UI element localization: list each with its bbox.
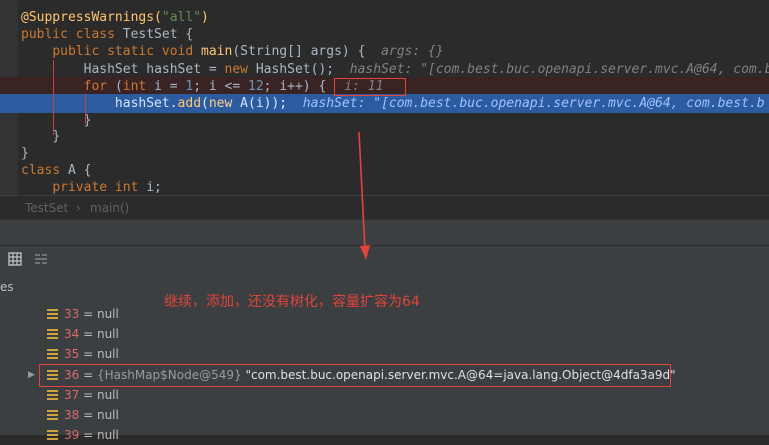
value-highlight-box — [334, 78, 406, 96]
inline-value-hint: hashSet: "[com.best.buc.openapi.server.m… — [302, 96, 765, 111]
inline-value-hint: args: {} — [381, 44, 444, 59]
annotation-token: @SuppressWarnings( — [21, 10, 162, 25]
class-name-token: HashSet — [255, 62, 311, 77]
field-icon — [47, 329, 58, 339]
code-editor[interactable]: @SuppressWarnings("all") public class Te… — [0, 0, 769, 195]
table-view-icon[interactable] — [7, 251, 23, 267]
class-name-token: A — [67, 163, 76, 178]
keyword-token: for — [83, 79, 115, 94]
block-guide-line — [53, 60, 54, 135]
code-token: i; — [146, 180, 162, 195]
keyword-token: class — [21, 163, 68, 178]
equals-sign: = — [79, 388, 97, 402]
code-token: } — [21, 146, 29, 161]
variable-value: null — [96, 408, 119, 422]
variable-row[interactable]: 34 = null — [0, 324, 769, 344]
method-name-token: main — [201, 44, 233, 59]
code-token: hashSet. — [114, 96, 178, 111]
class-name-token: A — [240, 96, 248, 111]
debug-toolbar — [0, 245, 769, 272]
code-token: ; i++) { — [263, 79, 327, 94]
annotation-close: ) — [201, 10, 209, 25]
field-icon — [47, 390, 58, 400]
equals-sign: = — [79, 408, 97, 422]
code-token: HashSet hashSet = — [83, 62, 225, 77]
variable-value: null — [96, 327, 119, 341]
code-token: ; i <= — [193, 79, 249, 94]
code-line-11[interactable]: private int i; — [0, 178, 769, 195]
number-token: 12 — [248, 79, 264, 94]
annotation-note: 继续，添加，还没有树化，容量扩容为64 — [164, 294, 420, 310]
variables-tab-label[interactable]: es — [0, 280, 14, 294]
field-icon — [47, 349, 58, 359]
expand-arrow-icon[interactable]: ▶ — [28, 365, 35, 385]
equals-sign: = — [79, 327, 97, 341]
code-token: ( — [114, 79, 123, 94]
keyword-token: int — [122, 79, 155, 94]
breadcrumb-separator: › — [76, 201, 81, 215]
keyword-token: new — [224, 62, 256, 77]
variable-index: 35 — [64, 347, 80, 361]
variable-row[interactable]: 37 = null — [0, 385, 769, 405]
code-token: (String[] args) { — [232, 44, 382, 59]
code-line-3[interactable]: public static void main(String[] args) {… — [0, 42, 769, 61]
variable-value: null — [96, 347, 119, 361]
inline-value-hint: hashSet: "[com.best.buc.openapi.server.m… — [349, 62, 769, 77]
keyword-token: new — [208, 96, 241, 111]
variable-index: 38 — [64, 408, 80, 422]
variable-index: 33 — [64, 307, 80, 321]
breadcrumb: TestSet › main() — [0, 195, 769, 220]
code-token: i = — [154, 79, 186, 94]
panel-splitter[interactable] — [0, 219, 769, 246]
block-guide-line — [85, 94, 86, 124]
string-token: "all" — [161, 10, 202, 25]
equals-sign: = — [79, 307, 97, 321]
code-token: (); — [310, 62, 350, 77]
variable-index: 39 — [64, 428, 80, 442]
row-highlight-box — [39, 364, 671, 387]
variable-value: null — [96, 307, 119, 321]
variable-index: 34 — [64, 327, 80, 341]
variable-row[interactable]: 38 = null — [0, 405, 769, 425]
variable-value: null — [96, 428, 119, 442]
variable-index: 37 — [64, 388, 80, 402]
code-token: ( — [201, 96, 209, 111]
layout-icon[interactable] — [33, 251, 49, 267]
code-token: (i)); — [248, 96, 303, 111]
code-token: { — [177, 27, 194, 42]
equals-sign: = — [79, 428, 97, 442]
annotation-arrow-icon — [358, 132, 370, 260]
keyword-token: public class — [21, 27, 123, 42]
equals-sign: = — [79, 347, 97, 361]
variable-row[interactable]: 35 = null — [0, 344, 769, 364]
field-icon — [47, 309, 58, 319]
variables-tree[interactable]: 33 = null 34 = null 35 = null ▶ 36 = {Ha… — [0, 303, 769, 442]
keyword-token: public static void — [52, 44, 202, 59]
field-icon — [47, 430, 58, 440]
field-icon — [47, 410, 58, 420]
breadcrumb-method[interactable]: main() — [90, 196, 129, 220]
variable-value: null — [96, 388, 119, 402]
class-name-token: TestSet — [122, 27, 178, 42]
keyword-token: private int — [52, 180, 147, 195]
breadcrumb-class[interactable]: TestSet — [25, 196, 68, 220]
method-name-token: add — [177, 96, 202, 111]
variable-row[interactable]: 39 = null — [0, 425, 769, 445]
code-token: { — [75, 163, 92, 178]
